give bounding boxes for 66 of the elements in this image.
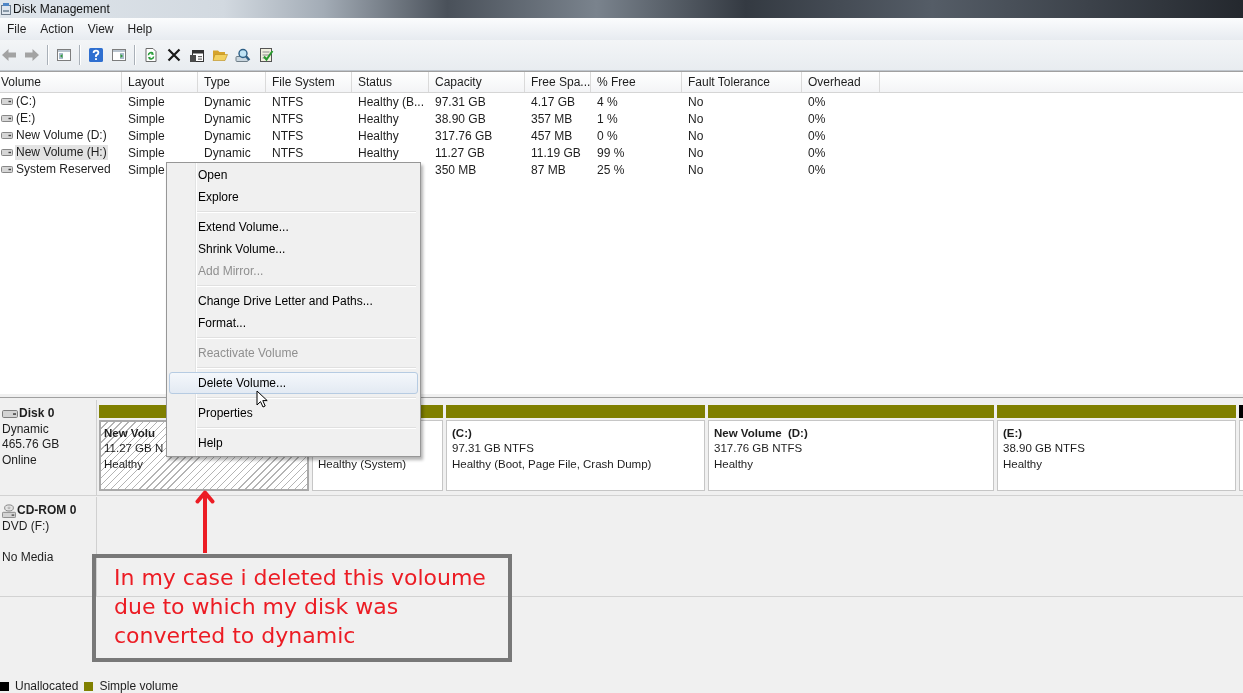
legend-label: Unallocated xyxy=(15,679,79,693)
table-cell: 457 MB xyxy=(531,128,573,143)
partition-title: (E:) xyxy=(1003,426,1023,439)
partition-title: (C:) xyxy=(452,426,472,439)
table-cell: 11.19 GB xyxy=(531,145,581,160)
table-cell: 0% xyxy=(808,94,826,109)
callout-text: In my case i deleted this voloume due to which my disk was converted to dynamic xyxy=(114,564,486,650)
table-cell: 38.90 GB xyxy=(435,111,486,126)
partition-status: Healthy (System) xyxy=(318,457,407,470)
partition-status: Healthy xyxy=(714,457,753,470)
table-cell: 0% xyxy=(808,145,826,160)
table-cell: Simple xyxy=(128,94,165,109)
partition-size: 38.90 GB NTFS xyxy=(1003,442,1085,455)
table-cell: Dynamic xyxy=(204,94,251,109)
table-cell: No xyxy=(688,145,704,160)
disk-type: DVD (F:) xyxy=(2,518,50,534)
partition-title: New Volume (D:) xyxy=(714,426,808,439)
table-cell: 4 % xyxy=(597,94,618,109)
partition-status: Healthy xyxy=(1003,457,1042,470)
table-cell: 0% xyxy=(808,111,826,126)
disk-name: Disk 0 xyxy=(19,406,55,422)
partition-title: New Volu xyxy=(104,426,155,439)
table-cell: 317.76 GB xyxy=(435,128,493,143)
table-cell: Simple xyxy=(128,128,165,143)
disk-type: Dynamic xyxy=(2,421,49,437)
table-cell: 87 MB xyxy=(531,162,566,177)
table-cell: 99 % xyxy=(597,145,625,160)
table-cell: 1 % xyxy=(597,111,618,126)
partition-size: 11.27 GB N xyxy=(104,442,164,455)
table-cell: NTFS xyxy=(272,111,304,126)
table-cell: NTFS xyxy=(272,94,304,109)
table-cell: 97.31 GB xyxy=(435,94,486,109)
table-cell: No xyxy=(688,162,704,177)
legend-label: Simple volume xyxy=(99,679,179,693)
table-cell: Simple xyxy=(128,145,165,160)
table-cell: No xyxy=(688,94,704,109)
window-title: Disk Management xyxy=(13,2,110,16)
table-cell: 11.27 GB xyxy=(435,145,485,160)
table-cell: 0% xyxy=(808,162,826,177)
table-cell: Healthy xyxy=(358,111,399,126)
table-cell: Dynamic xyxy=(204,145,251,160)
table-cell: 0 % xyxy=(597,128,618,143)
disk-status: No Media xyxy=(2,549,54,565)
table-cell: Simple xyxy=(128,162,165,177)
table-cell: 350 MB xyxy=(435,162,477,177)
table-cell: Healthy xyxy=(358,128,399,143)
table-cell: NTFS xyxy=(272,145,304,160)
table-cell: Dynamic xyxy=(204,111,251,126)
table-cell: Simple xyxy=(128,111,165,126)
table-cell: No xyxy=(688,111,704,126)
table-cell: Healthy xyxy=(358,145,399,160)
table-cell: Dynamic xyxy=(204,128,251,143)
disk-name: CD-ROM 0 xyxy=(17,503,77,519)
table-cell: 357 MB xyxy=(531,111,573,126)
partition-size: 317.76 GB NTFS xyxy=(714,442,803,455)
partition-status: Healthy xyxy=(104,457,143,470)
table-cell: 0% xyxy=(808,128,826,143)
table-cell: 4.17 GB xyxy=(531,94,576,109)
partition-size: 97.31 GB NTFS xyxy=(452,442,534,455)
table-cell: 25 % xyxy=(597,162,625,177)
table-cell: No xyxy=(688,128,704,143)
disk-status: Online xyxy=(2,452,37,468)
table-cell: Healthy (B... xyxy=(358,94,425,109)
table-cell: NTFS xyxy=(272,128,304,143)
disk-size: 465.76 GB xyxy=(2,437,60,453)
partition-status: Healthy (Boot, Page File, Crash Dump) xyxy=(452,457,652,470)
